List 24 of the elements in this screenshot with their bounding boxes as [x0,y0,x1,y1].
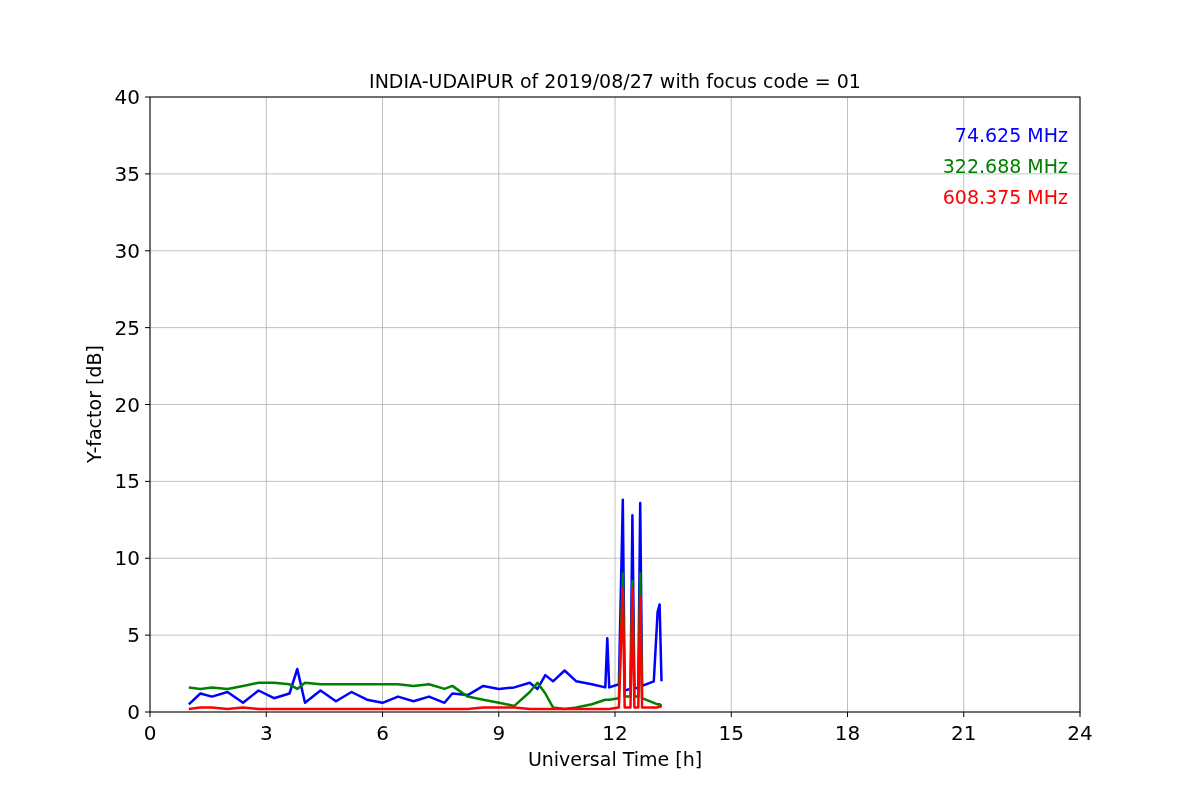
tick-label: 30 [114,238,140,263]
tick-label: 24 [1067,721,1093,745]
tick-label: 15 [718,721,744,745]
tick-label: 10 [114,546,140,571]
tick-label: 6 [376,721,389,745]
legend-label: 74.625 MHz [954,124,1068,146]
legend-label: 322.688 MHz [942,155,1068,177]
tick-label: 12 [602,721,628,745]
tick-label: 21 [951,721,977,745]
tick-label: 20 [114,392,140,417]
tick-label: 3 [259,721,273,745]
tick-label: 0 [143,721,157,745]
tick-label: 35 [114,161,140,186]
tick-label: 18 [834,721,861,745]
y-axis-label: Y-factor [dB] [83,345,105,463]
tick-label: 15 [114,469,140,494]
x-axis-label: Universal Time [h] [527,748,703,770]
legend-label: 608.375 MHz [942,186,1068,208]
chart-title: INDIA-UDAIPUR of 2019/08/27 with focus code = 01 [369,70,861,92]
tick-label: 25 [114,315,140,340]
tick-label: 5 [127,623,140,648]
tick-label: 0 [127,700,140,724]
tick-label: 40 [114,85,140,109]
tick-label: 9 [492,721,506,745]
